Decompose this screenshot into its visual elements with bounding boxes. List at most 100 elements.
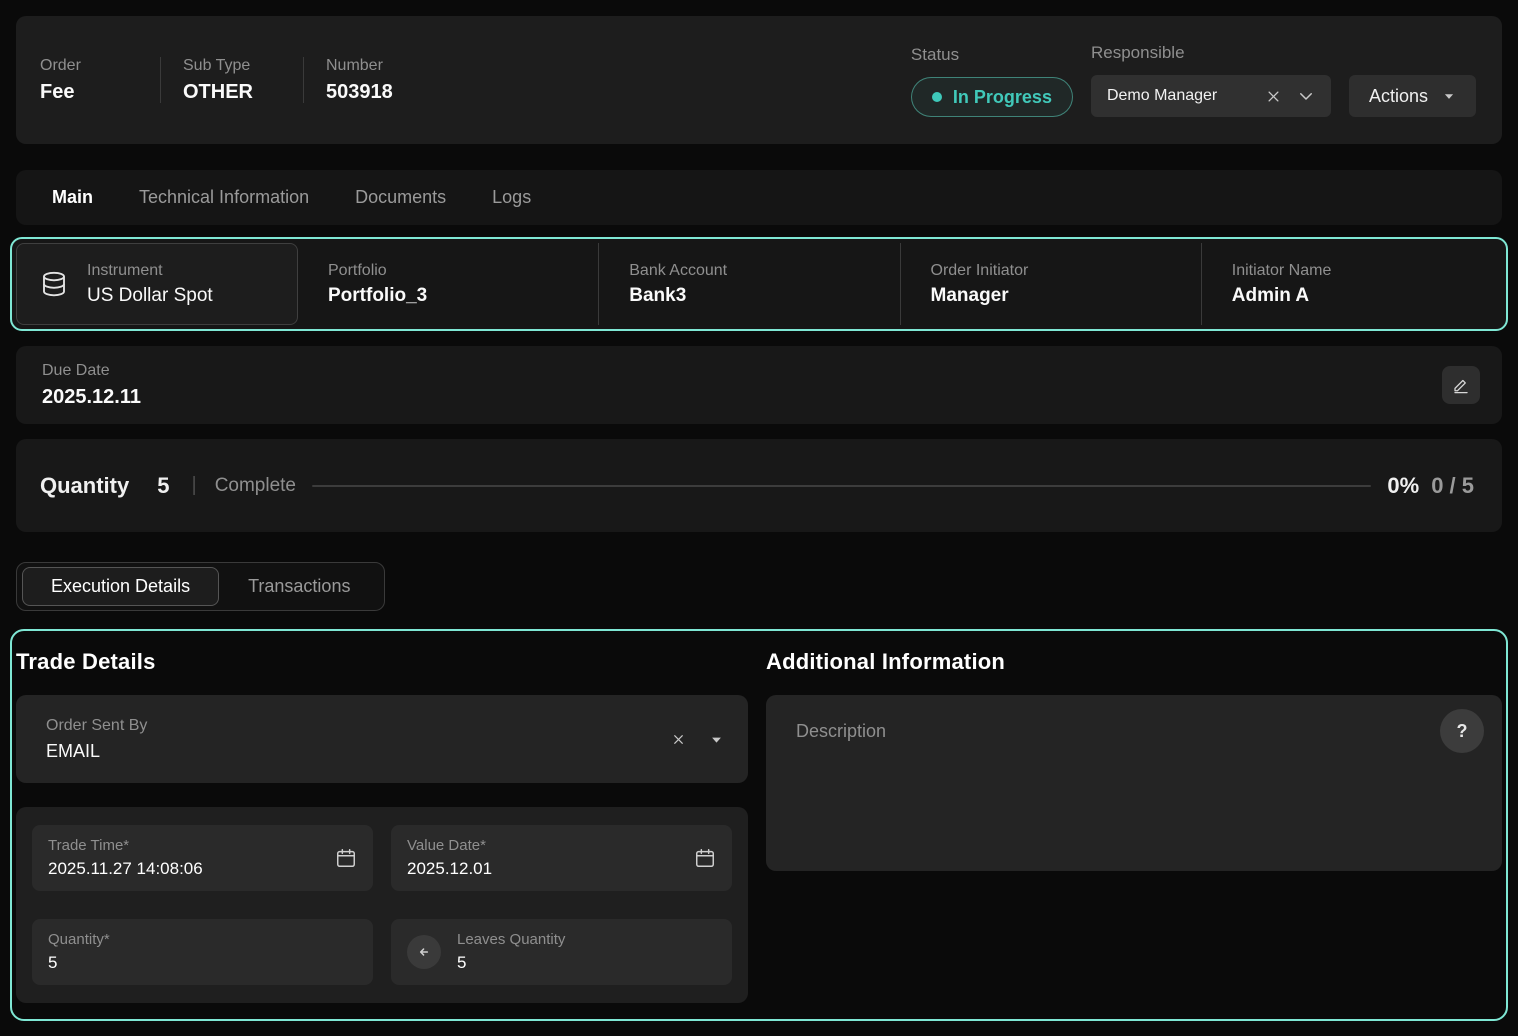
clear-icon[interactable] [1266, 89, 1281, 104]
responsible-block: Responsible Demo Manager [1091, 43, 1331, 117]
detail-tab-bar: Execution Details Transactions [16, 562, 385, 611]
tab-documents[interactable]: Documents [355, 187, 446, 208]
header-controls: Status In Progress Responsible Demo Mana… [911, 43, 1476, 117]
calendar-icon[interactable] [335, 847, 357, 869]
portfolio-cell: Portfolio Portfolio_3 [298, 243, 598, 325]
value-date-field[interactable]: Value Date* 2025.12.01 [391, 825, 732, 891]
clear-icon[interactable] [672, 733, 685, 746]
additional-information-column: Additional Information ? [766, 631, 1502, 1007]
due-date-row: Due Date 2025.12.11 [16, 346, 1502, 424]
edit-due-date-button[interactable] [1442, 366, 1480, 404]
order-type-value: Fee [40, 81, 136, 104]
chevron-down-icon [1442, 89, 1456, 103]
order-number-field: Number 503918 [326, 57, 446, 104]
order-sent-by-value: EMAIL [46, 741, 147, 762]
header-divider [303, 57, 304, 103]
status-value: In Progress [953, 87, 1052, 108]
trade-time-label: Trade Time* [48, 837, 335, 854]
instrument-value: US Dollar Spot [87, 285, 213, 307]
order-type-label: Order [40, 57, 136, 75]
quantity-input-field[interactable]: Quantity* 5 [32, 919, 373, 985]
value-date-text: Value Date* 2025.12.01 [407, 837, 694, 879]
order-initiator-cell: Order Initiator Manager [900, 243, 1201, 325]
progress-bar [312, 485, 1371, 487]
order-type-field: Order Fee [40, 57, 160, 104]
order-initiator-value: Manager [931, 285, 1201, 307]
value-date-label: Value Date* [407, 837, 694, 854]
status-dot-icon [932, 92, 942, 102]
order-header: Order Fee Sub Type OTHER Number 503918 S… [16, 16, 1502, 144]
trade-time-field[interactable]: Trade Time* 2025.11.27 14:08:06 [32, 825, 373, 891]
tab-main[interactable]: Main [52, 187, 93, 208]
initiator-name-cell: Initiator Name Admin A [1201, 243, 1502, 325]
tab-execution-details[interactable]: Execution Details [22, 567, 219, 606]
bank-account-value: Bank3 [629, 285, 899, 307]
progress-percent: 0% [1387, 473, 1419, 499]
status-label: Status [911, 45, 1073, 65]
quantity-progress-row: Quantity 5 | Complete 0% 0 / 5 [16, 439, 1502, 532]
trade-time-text: Trade Time* 2025.11.27 14:08:06 [48, 837, 335, 879]
due-date-field: Due Date 2025.12.11 [42, 362, 141, 409]
order-number-label: Number [326, 57, 422, 75]
calendar-icon[interactable] [694, 847, 716, 869]
chevron-down-icon[interactable] [709, 732, 724, 747]
trade-fields-group: Trade Time* 2025.11.27 14:08:06 Value Da… [16, 807, 748, 1003]
value-date-value: 2025.12.01 [407, 859, 694, 879]
order-sent-by-dropdown[interactable]: Order Sent By EMAIL [16, 695, 748, 783]
quantity-input-label: Quantity* [48, 931, 357, 948]
status-badge: In Progress [911, 77, 1073, 117]
complete-label: Complete [215, 475, 296, 497]
order-sent-by-text: Order Sent By EMAIL [46, 717, 147, 762]
leaves-quantity-text: Leaves Quantity 5 [457, 931, 716, 973]
due-date-label: Due Date [42, 362, 141, 380]
order-summary-fields: Order Fee Sub Type OTHER Number 503918 [40, 57, 446, 104]
pencil-icon [1452, 376, 1470, 394]
due-date-value: 2025.12.11 [42, 386, 141, 409]
order-sent-by-label: Order Sent By [46, 717, 147, 735]
tab-transactions[interactable]: Transactions [219, 567, 379, 606]
status-block: Status In Progress [911, 45, 1073, 117]
actions-button[interactable]: Actions [1349, 75, 1476, 117]
order-initiator-label: Order Initiator [931, 262, 1201, 280]
quantity-input-text: Quantity* 5 [48, 931, 357, 973]
description-card: ? [766, 695, 1502, 871]
coins-icon [39, 269, 69, 299]
tab-logs[interactable]: Logs [492, 187, 531, 208]
tab-technical-information[interactable]: Technical Information [139, 187, 309, 208]
trade-time-value: 2025.11.27 14:08:06 [48, 859, 335, 879]
main-tab-bar: Main Technical Information Documents Log… [16, 170, 1502, 225]
portfolio-label: Portfolio [328, 262, 598, 280]
responsible-value: Demo Manager [1107, 87, 1250, 105]
leaves-quantity-value: 5 [457, 953, 716, 973]
order-sent-by-controls [672, 732, 724, 747]
quantity-input-value: 5 [48, 953, 357, 973]
leaves-quantity-field: Leaves Quantity 5 [391, 919, 732, 985]
leaves-quantity-label: Leaves Quantity [457, 931, 716, 948]
portfolio-value: Portfolio_3 [328, 285, 598, 307]
sub-type-value: OTHER [183, 81, 279, 104]
responsible-label: Responsible [1091, 43, 1331, 63]
chevron-down-icon[interactable] [1297, 87, 1315, 105]
actions-button-label: Actions [1369, 86, 1428, 107]
bank-account-cell: Bank Account Bank3 [598, 243, 899, 325]
responsible-dropdown[interactable]: Demo Manager [1091, 75, 1331, 117]
additional-information-title: Additional Information [766, 649, 1502, 675]
quantity-separator: | [191, 474, 196, 497]
instrument-row-highlight: Instrument US Dollar Spot Portfolio Port… [10, 237, 1508, 331]
help-button[interactable]: ? [1440, 709, 1484, 753]
trade-details-column: Trade Details Order Sent By EMAIL Trade … [16, 631, 748, 1007]
description-input[interactable] [766, 695, 1502, 871]
progress-fraction: 0 / 5 [1431, 473, 1474, 499]
arrow-left-circle-icon [407, 935, 441, 969]
instrument-label: Instrument [87, 262, 213, 280]
order-number-value: 503918 [326, 81, 422, 104]
trade-details-title: Trade Details [16, 649, 748, 675]
quantity-label: Quantity [40, 473, 129, 499]
header-divider [160, 57, 161, 103]
initiator-name-label: Initiator Name [1232, 262, 1502, 280]
instrument-text: Instrument US Dollar Spot [87, 262, 213, 307]
initiator-name-value: Admin A [1232, 285, 1502, 307]
sub-type-label: Sub Type [183, 57, 279, 75]
instrument-card[interactable]: Instrument US Dollar Spot [16, 243, 298, 325]
execution-details-highlight: Trade Details Order Sent By EMAIL Trade … [10, 629, 1508, 1021]
